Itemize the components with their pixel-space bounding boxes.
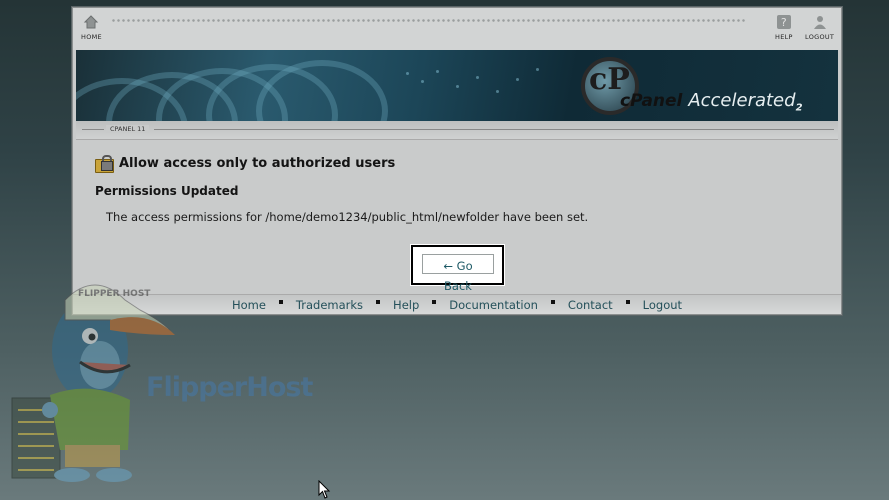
footer-link-home[interactable]: Home <box>232 298 266 312</box>
logout-icon <box>813 16 826 29</box>
status-message: The access permissions for /home/demo123… <box>106 210 589 224</box>
footer-link-help[interactable]: Help <box>393 298 419 312</box>
help-nav-button[interactable]: ? HELP <box>775 14 793 41</box>
go-back-button[interactable]: ← Go Back <box>422 254 494 293</box>
footer-separator <box>376 300 381 304</box>
flipperhost-wordmark: FlipperHost <box>146 372 313 403</box>
footer-link-contact[interactable]: Contact <box>568 298 613 312</box>
logout-nav-button[interactable]: LOGOUT <box>805 14 834 41</box>
cpanel-logo-text: cPanel Accelerated2 <box>620 90 803 113</box>
go-back-highlight: ← Go Back <box>411 245 504 293</box>
svg-text:?: ? <box>781 16 787 29</box>
help-nav-label: HELP <box>775 33 793 41</box>
help-icon: ? <box>776 15 791 29</box>
status-heading: Permissions Updated <box>95 184 239 198</box>
footer-links: Home Trademarks Help Documentation Contact Lo… <box>73 294 841 314</box>
top-nav-bar: HOME ? HELP LOGOUT <box>73 8 841 50</box>
footer-link-logout[interactable]: Logout <box>643 298 682 312</box>
dotted-divider <box>111 18 745 23</box>
lock-folder-icon <box>95 155 114 173</box>
home-nav-button[interactable]: HOME <box>81 14 102 41</box>
logo-tag: Accelerated <box>688 90 796 111</box>
footer-separator <box>432 300 437 304</box>
footer-link-trademarks[interactable]: Trademarks <box>296 298 363 312</box>
logout-nav-label: LOGOUT <box>805 33 835 41</box>
page-title-text: Allow access only to authorized users <box>119 156 396 171</box>
mascot-hat-text: FLIPPER HOST <box>78 289 151 299</box>
footer-separator <box>278 300 283 304</box>
page-title: Allow access only to authorized users <box>95 155 815 173</box>
footer-separator <box>550 300 555 304</box>
home-nav-label: HOME <box>81 33 102 41</box>
brand-name: FlipperHost <box>146 372 313 403</box>
logo-word: cPanel <box>620 91 683 111</box>
footer-link-documentation[interactable]: Documentation <box>449 298 538 312</box>
version-label: CPANEL 11 <box>106 125 150 133</box>
footer-separator <box>625 300 630 304</box>
home-icon <box>84 15 99 29</box>
version-bar: CPANEL 11 <box>76 121 838 140</box>
page-body: Allow access only to authorized users Pe… <box>95 155 815 224</box>
cursor-icon <box>318 480 331 499</box>
logo-version: 2 <box>795 102 803 114</box>
cpanel-banner: cP cPanel Accelerated2 <box>76 50 838 121</box>
